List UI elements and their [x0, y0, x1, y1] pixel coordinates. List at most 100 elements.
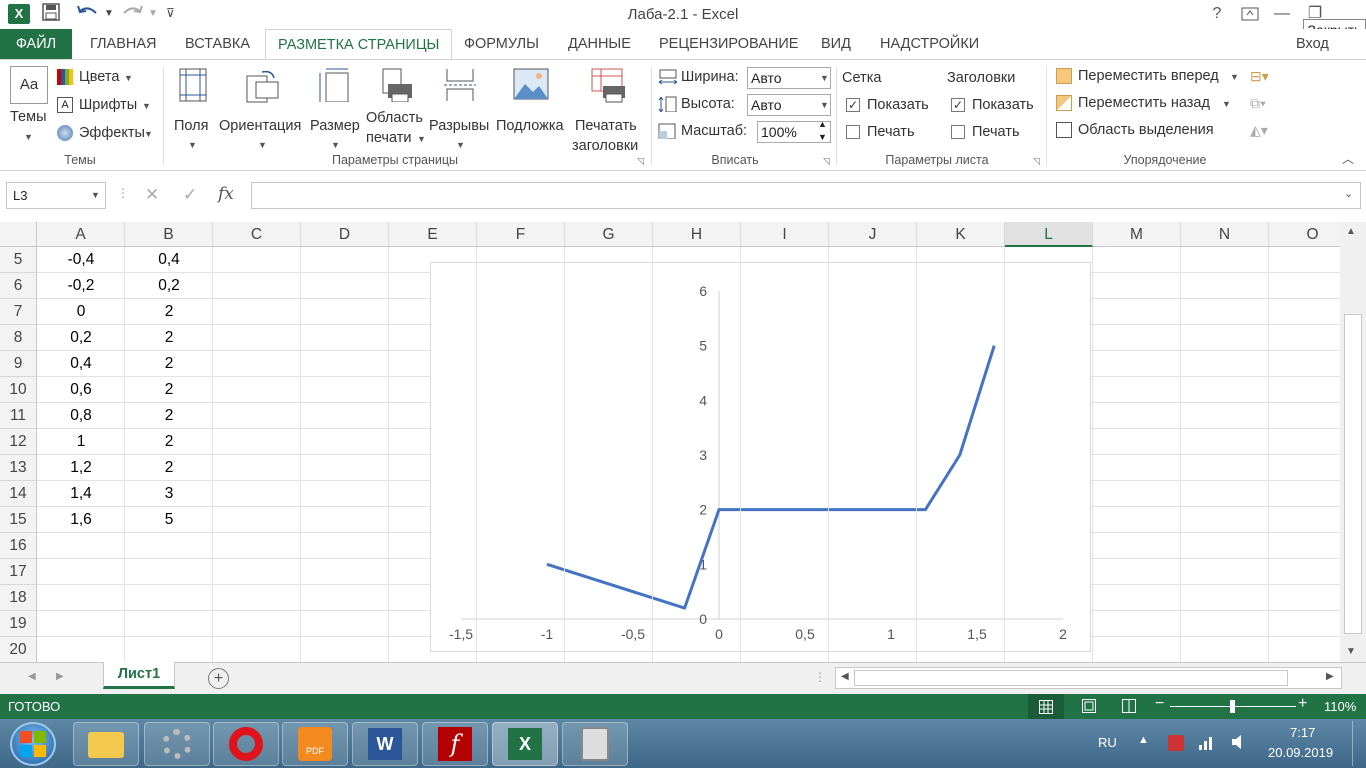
- scroll-right-icon[interactable]: ▶: [1326, 671, 1334, 682]
- bring-forward-button[interactable]: Переместить вперед ▼: [1056, 67, 1242, 87]
- group-objects-icon[interactable]: ⧉▾: [1250, 95, 1266, 112]
- cell-b20[interactable]: [125, 637, 213, 662]
- column-header-h[interactable]: H: [653, 222, 741, 247]
- cell-a9[interactable]: 0,4: [37, 351, 125, 377]
- column-header-i[interactable]: I: [741, 222, 829, 247]
- cell-b13[interactable]: 2: [125, 455, 213, 481]
- taskbar-settings[interactable]: [144, 722, 210, 766]
- taskbar-opera[interactable]: [213, 722, 279, 766]
- row-header[interactable]: 19: [0, 611, 37, 637]
- column-header-e[interactable]: E: [389, 222, 477, 247]
- horizontal-scrollbar[interactable]: ◀ ▶: [835, 667, 1342, 689]
- selection-pane-button[interactable]: Область выделения: [1056, 121, 1242, 141]
- clock-time[interactable]: 7:17: [1290, 725, 1315, 740]
- zoom-slider-thumb[interactable]: [1230, 700, 1235, 713]
- effects-button[interactable]: Эффекты ▼: [57, 123, 157, 143]
- vertical-scroll-thumb[interactable]: [1344, 314, 1362, 634]
- horizontal-scroll-thumb[interactable]: [854, 670, 1288, 686]
- column-header-g[interactable]: G: [565, 222, 653, 247]
- tab-addins[interactable]: НАДСТРОЙКИ: [868, 29, 991, 59]
- row-header[interactable]: 7: [0, 299, 37, 325]
- row-header[interactable]: 6: [0, 273, 37, 299]
- cell-a12[interactable]: 1: [37, 429, 125, 455]
- sheet-options-dialog-launcher-icon[interactable]: ◹: [1033, 156, 1040, 167]
- cell-a13[interactable]: 1,2: [37, 455, 125, 481]
- zoom-level[interactable]: 110%: [1324, 699, 1356, 714]
- cell-a15[interactable]: 1,6: [37, 507, 125, 533]
- headings-print-checkbox[interactable]: [951, 125, 965, 139]
- column-header-k[interactable]: K: [917, 222, 1005, 247]
- cell-b17[interactable]: [125, 559, 213, 585]
- clock-date[interactable]: 20.09.2019: [1268, 745, 1333, 760]
- cancel-icon[interactable]: ✕: [145, 185, 159, 205]
- row-header[interactable]: 11: [0, 403, 37, 429]
- name-box[interactable]: L3 ▼: [6, 182, 106, 209]
- show-desktop-button[interactable]: [1352, 721, 1366, 766]
- cell-a6[interactable]: -0,2: [37, 273, 125, 299]
- gridlines-print-checkbox[interactable]: [846, 125, 860, 139]
- breaks-button[interactable]: Разрывы ▼: [428, 68, 494, 150]
- row-header[interactable]: 9: [0, 351, 37, 377]
- height-select[interactable]: Авто ▼: [747, 94, 831, 116]
- tab-review[interactable]: РЕЦЕНЗИРОВАНИЕ: [647, 29, 810, 59]
- cell-a17[interactable]: [37, 559, 125, 585]
- headings-show-checkbox[interactable]: ✓: [951, 98, 965, 112]
- page-break-view-icon[interactable]: [1122, 699, 1136, 716]
- vertical-scrollbar[interactable]: ▲ ▼: [1340, 222, 1366, 662]
- scroll-down-icon[interactable]: ▼: [1346, 646, 1356, 657]
- row-header[interactable]: 5: [0, 247, 37, 273]
- row-header[interactable]: 8: [0, 325, 37, 351]
- cell-b18[interactable]: [125, 585, 213, 611]
- language-indicator[interactable]: RU: [1098, 735, 1117, 750]
- margins-button[interactable]: Поля ▼: [172, 68, 212, 150]
- tab-file[interactable]: ФАЙЛ: [0, 29, 72, 59]
- row-header[interactable]: 12: [0, 429, 37, 455]
- width-select[interactable]: Авто ▼: [747, 67, 831, 89]
- gridlines-show-checkbox[interactable]: ✓: [846, 98, 860, 112]
- row-header[interactable]: 15: [0, 507, 37, 533]
- scale-input[interactable]: 100% ▲ ▼: [757, 118, 831, 144]
- column-header-f[interactable]: F: [477, 222, 565, 247]
- fit-dialog-launcher-icon[interactable]: ◹: [823, 156, 830, 167]
- tab-page-layout[interactable]: РАЗМЕТКА СТРАНИЦЫ: [265, 29, 453, 60]
- column-header-a[interactable]: A: [37, 222, 125, 247]
- scale-spinner-icon[interactable]: ▲ ▼: [818, 118, 827, 144]
- tab-formulas[interactable]: ФОРМУЛЫ: [452, 29, 551, 59]
- worksheet-grid[interactable]: ABCDEFGHIJKLMNO 5 -0,4 0,4 6 -0,2 0,2 7 0 2 8 0,2 2…: [0, 222, 1340, 662]
- taskbar-calculator[interactable]: [562, 722, 628, 766]
- taskbar-excel[interactable]: X: [492, 722, 558, 766]
- scroll-left-icon[interactable]: ◀: [841, 671, 849, 682]
- zoom-in-button[interactable]: +: [1298, 695, 1307, 713]
- sheet-tab-list1[interactable]: Лист1: [103, 662, 175, 689]
- tray-app-icon[interactable]: [1168, 735, 1184, 751]
- print-titles-button[interactable]: Печатать заголовки: [571, 68, 645, 154]
- zoom-out-button[interactable]: −: [1155, 695, 1164, 713]
- fonts-button[interactable]: A Шрифты ▼: [57, 95, 157, 115]
- volume-icon[interactable]: [1230, 733, 1246, 754]
- select-all-corner[interactable]: [0, 222, 37, 247]
- start-button[interactable]: [10, 722, 56, 766]
- colors-button[interactable]: Цвета ▼: [57, 67, 157, 87]
- page-layout-view-icon[interactable]: [1082, 699, 1096, 716]
- minimize-button[interactable]: —: [1267, 2, 1297, 26]
- tab-split-handle-icon[interactable]: ⋮: [814, 670, 826, 684]
- column-header-o[interactable]: O: [1269, 222, 1340, 247]
- network-icon[interactable]: [1198, 733, 1216, 754]
- expand-formula-icon[interactable]: ⌄: [1344, 187, 1353, 200]
- cell-b15[interactable]: 5: [125, 507, 213, 533]
- size-button[interactable]: Размер ▼: [309, 68, 365, 150]
- cell-a18[interactable]: [37, 585, 125, 611]
- align-icon[interactable]: ⊟▾: [1250, 68, 1269, 85]
- taskbar-explorer[interactable]: [73, 722, 139, 766]
- help-button[interactable]: ?: [1202, 2, 1232, 26]
- column-header-m[interactable]: M: [1093, 222, 1181, 247]
- prev-sheet-icon[interactable]: ◀: [28, 671, 36, 682]
- page-setup-dialog-launcher-icon[interactable]: ◹: [637, 156, 644, 167]
- scroll-up-icon[interactable]: ▲: [1346, 226, 1356, 237]
- cell-b10[interactable]: 2: [125, 377, 213, 403]
- collapse-ribbon-icon[interactable]: ︿: [1342, 150, 1354, 167]
- background-button[interactable]: Подложка: [495, 68, 567, 148]
- ribbon-display-icon[interactable]: [1235, 2, 1265, 26]
- taskbar-pdf[interactable]: PDF: [282, 722, 348, 766]
- chart[interactable]: -1,5 -1 -0,5 0 0,5 1 1,5 2 0 1 2 3 4 5 6: [430, 262, 1091, 652]
